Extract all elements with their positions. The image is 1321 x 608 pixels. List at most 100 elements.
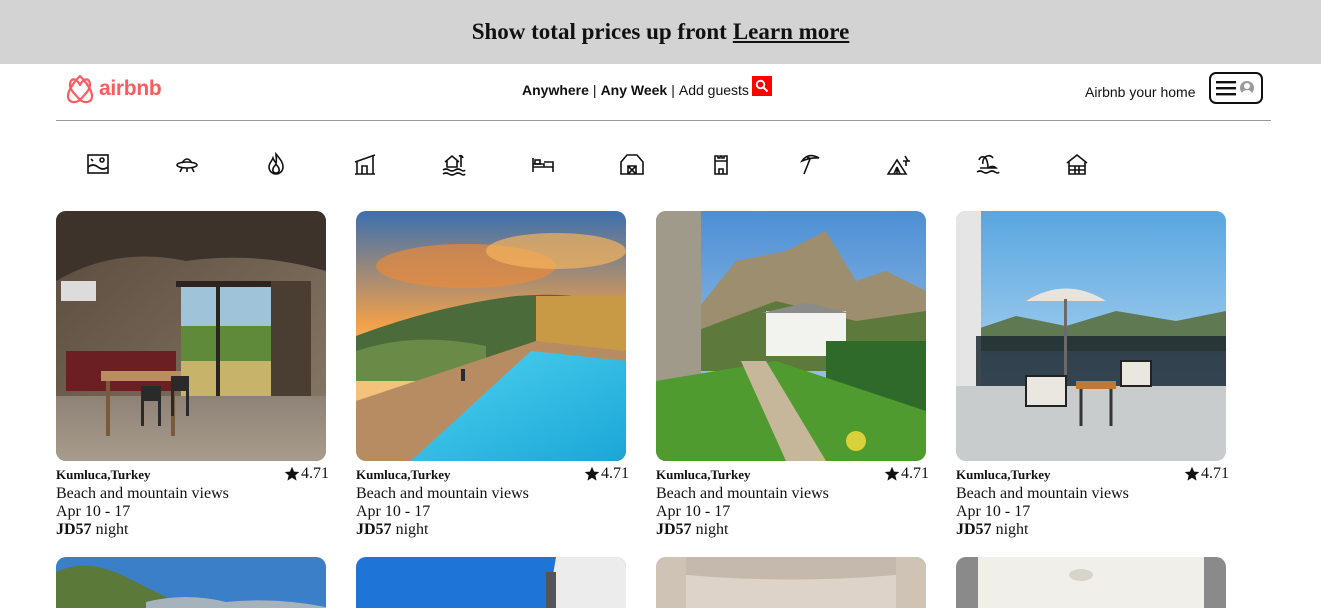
price-amount: JD57 [656,521,692,538]
listing-location: Kumluca,Turkey [56,467,151,482]
listing-rating: 4.71 [1184,465,1229,483]
search-bar[interactable]: Anywhere | Any Week | Add guests [522,76,772,100]
listing-photo[interactable] [56,211,326,461]
price-unit: night [391,521,429,538]
listing-price: JD57 night [956,521,1028,539]
listing-rating: 4.71 [884,465,929,483]
search-guests[interactable]: Add guests [679,82,749,98]
price-unit: night [991,521,1029,538]
listing-rating: 4.71 [284,465,329,483]
search-icon [755,79,769,93]
listing-description: Beach and mountain views [656,485,829,502]
flame-icon [268,152,284,175]
barn-icon [620,154,644,175]
beachfront-icon [87,154,109,174]
price-amount: JD57 [356,521,392,538]
listing-photo[interactable] [356,211,626,461]
listing-price: JD57 night [656,521,728,539]
search-when[interactable]: Any Week [601,82,668,98]
category-trending[interactable] [263,150,289,178]
rating-value: 4.71 [1201,465,1229,482]
listing-dates: Apr 10 - 17 [356,503,431,520]
category-design[interactable] [352,150,378,178]
listing-card[interactable]: Kumluca,Turkey 4.71 Beach and mountain v… [356,211,629,543]
listing-photo-image [356,557,626,608]
listing-price: JD57 night [356,521,428,539]
category-omg[interactable] [174,150,200,178]
price-banner: Show total prices up front Learn more [0,0,1321,64]
listing-info: Kumluca,Turkey 4.71 Beach and mountain v… [956,465,1229,543]
listing-card[interactable] [56,557,329,608]
lake-house-icon [442,154,466,176]
star-icon [284,466,300,481]
category-camping[interactable] [886,150,912,178]
listing-card[interactable] [656,557,929,608]
rating-value: 4.71 [301,465,329,482]
listing-dates: Apr 10 - 17 [656,503,731,520]
listing-photo[interactable] [356,557,626,608]
category-cabins[interactable] [1064,150,1090,178]
airbnb-logo-icon [66,74,94,104]
ufo-icon [176,158,198,173]
listing-description: Beach and mountain views [956,485,1129,502]
category-lake[interactable] [441,150,467,178]
listing-photo[interactable] [956,557,1226,608]
listing-photo-image [656,557,926,608]
category-countryside[interactable] [619,150,645,178]
hamburger-icon [1216,81,1236,96]
umbrella-icon [799,154,820,175]
listing-description: Beach and mountain views [356,485,529,502]
rating-value: 4.71 [901,465,929,482]
category-beachfront[interactable] [85,150,111,178]
listing-location: Kumluca,Turkey [656,467,751,482]
listing-photo-image [56,211,326,461]
star-icon [884,466,900,481]
listing-photo-image [956,211,1226,461]
listing-card[interactable]: Kumluca,Turkey 4.71 Beach and mountain v… [956,211,1229,543]
listing-photo[interactable] [56,557,326,608]
tent-icon [886,155,910,175]
listing-info: Kumluca,Turkey 4.71 Beach and mountain v… [356,465,629,543]
category-rooms[interactable] [530,150,556,178]
listing-photo-image [656,211,926,461]
modern-house-icon [354,154,376,175]
star-icon [584,466,600,481]
listing-card[interactable]: Kumluca,Turkey 4.71 Beach and mountain v… [56,211,329,543]
price-unit: night [91,521,129,538]
listing-card[interactable]: Kumluca,Turkey 4.71 Beach and mountain v… [656,211,929,543]
listing-info: Kumluca,Turkey 4.71 Beach and mountain v… [656,465,929,543]
listing-info: Kumluca,Turkey 4.71 Beach and mountain v… [56,465,329,543]
listing-photo[interactable] [956,211,1226,461]
category-bar [0,150,1321,180]
castle-icon [714,155,728,175]
price-unit: night [691,521,729,538]
search-separator: | [592,82,597,98]
listing-photo[interactable] [656,211,926,461]
listing-card[interactable] [956,557,1229,608]
category-islands[interactable] [975,150,1001,178]
price-amount: JD57 [956,521,992,538]
listing-photo[interactable] [656,557,926,608]
listing-photo-image [356,211,626,461]
listing-dates: Apr 10 - 17 [956,503,1031,520]
listing-photo-image [956,557,1226,608]
category-beach[interactable] [797,150,823,178]
listing-location: Kumluca,Turkey [356,467,451,482]
price-amount: JD57 [56,521,92,538]
search-where[interactable]: Anywhere [522,82,589,98]
learn-more-link[interactable]: Learn more [733,19,849,45]
user-menu-button[interactable] [1209,72,1263,104]
star-icon [1184,466,1200,481]
search-button[interactable] [751,76,772,96]
banner-text: Show total prices up front [471,19,727,44]
avatar-icon [1240,81,1254,95]
airbnb-logo[interactable]: airbnb [65,73,162,105]
category-castles[interactable] [708,150,734,178]
search-separator: | [671,82,675,98]
listing-card[interactable] [356,557,629,608]
bed-icon [532,158,554,172]
host-link[interactable]: Airbnb your home [1085,84,1196,100]
rating-value: 4.71 [601,465,629,482]
listing-description: Beach and mountain views [56,485,229,502]
listing-price: JD57 night [56,521,128,539]
